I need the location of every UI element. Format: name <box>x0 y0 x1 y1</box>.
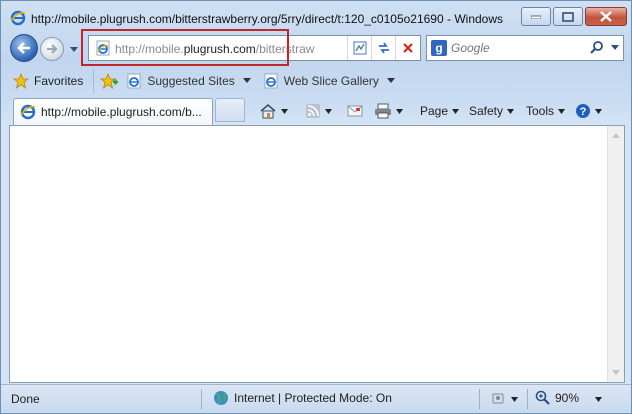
chevron-down-icon[interactable] <box>396 108 403 114</box>
back-arrow-icon <box>17 42 30 54</box>
browser-window: http://mobile.plugrush.com/bitterstrawbe… <box>0 0 632 414</box>
forward-arrow-icon <box>47 44 58 54</box>
maximize-button[interactable] <box>553 7 583 26</box>
window-title: http://mobile.plugrush.com/bitterstrawbe… <box>31 12 504 26</box>
zoom-button[interactable]: 90% <box>535 390 579 406</box>
tab-current-page[interactable]: http://mobile.plugrush.com/b... <box>13 98 213 125</box>
safety-menu-button[interactable]: Safety <box>469 101 515 121</box>
suggested-sites-icon <box>127 73 141 89</box>
security-zone[interactable]: Internet | Protected Mode: On <box>213 390 392 406</box>
web-slice-gallery-label: Web Slice Gallery <box>283 74 379 88</box>
mail-icon <box>347 105 363 117</box>
zoom-level: 90% <box>555 391 580 405</box>
page-menu-label: Page <box>420 104 449 118</box>
security-report-icon <box>492 393 504 404</box>
google-provider-icon[interactable]: g <box>431 40 447 56</box>
home-button[interactable] <box>259 101 288 121</box>
globe-icon <box>214 391 228 405</box>
status-divider <box>527 389 528 409</box>
web-slice-gallery-icon <box>264 73 278 89</box>
search-input[interactable] <box>451 38 571 58</box>
safety-menu-label: Safety <box>469 104 504 118</box>
close-icon <box>600 11 612 22</box>
scroll-up-arrow-icon[interactable] <box>612 132 620 138</box>
print-button[interactable] <box>374 101 403 121</box>
compatibility-view-icon <box>353 41 366 55</box>
favorites-bar: Favorites Suggested Sites Web Slice Gall… <box>1 67 631 95</box>
page-content-area[interactable] <box>9 125 625 383</box>
recent-pages-dropdown-icon[interactable] <box>69 44 79 54</box>
vertical-scrollbar[interactable] <box>607 126 624 382</box>
maximize-icon <box>562 11 574 22</box>
chevron-down-icon <box>511 396 518 402</box>
ie-logo-icon <box>10 10 26 26</box>
back-button[interactable] <box>10 34 38 62</box>
favorites-label: Favorites <box>34 74 84 88</box>
svg-text:?: ? <box>580 106 587 118</box>
status-text: Done <box>11 392 40 406</box>
chevron-down-icon[interactable] <box>281 108 288 114</box>
chevron-down-icon <box>386 78 395 83</box>
new-tab-button[interactable] <box>215 98 245 122</box>
compatibility-view-button[interactable] <box>347 36 371 60</box>
status-divider <box>201 389 202 409</box>
search-options-dropdown-icon[interactable] <box>611 45 619 51</box>
security-status-button[interactable] <box>488 391 518 407</box>
add-favorite-icon <box>100 73 119 89</box>
chevron-down-icon <box>452 108 460 114</box>
search-icon[interactable] <box>589 40 605 56</box>
tab-ie-icon <box>20 104 36 120</box>
chevron-down-icon <box>558 108 566 114</box>
title-bar: http://mobile.plugrush.com/bitterstrawbe… <box>1 1 631 31</box>
refresh-icon <box>378 42 389 54</box>
read-mail-button[interactable] <box>347 101 363 121</box>
print-icon <box>375 103 391 119</box>
chevron-down-icon[interactable] <box>595 397 602 402</box>
tab-label: http://mobile.plugrush.com/b... <box>41 105 202 119</box>
chevron-down-icon <box>507 108 515 114</box>
status-divider <box>479 389 480 409</box>
rss-feed-icon <box>306 104 320 118</box>
search-box[interactable]: g <box>426 35 624 61</box>
tools-menu-button[interactable]: Tools <box>526 101 566 121</box>
web-slice-gallery-link[interactable]: Web Slice Gallery <box>263 73 395 89</box>
chevron-down-icon[interactable] <box>325 108 332 114</box>
help-menu-button[interactable]: ? <box>575 101 602 121</box>
suggested-sites-label: Suggested Sites <box>147 74 235 88</box>
tools-menu-label: Tools <box>526 104 555 118</box>
help-icon: ? <box>576 104 590 118</box>
close-window-button[interactable] <box>585 7 627 26</box>
home-icon <box>260 103 276 119</box>
page-menu-button[interactable]: Page <box>420 101 460 121</box>
zoom-magnifier-icon <box>535 390 550 405</box>
minimize-icon <box>531 15 541 19</box>
zone-label: Internet | Protected Mode: On <box>234 391 392 405</box>
favorites-star-icon <box>13 73 29 89</box>
favorites-button[interactable]: Favorites <box>13 69 95 93</box>
chevron-down-icon <box>595 108 602 114</box>
add-to-favorites-bar-button[interactable] <box>100 73 119 89</box>
status-bar: Done Internet | Protected Mode: On 90% <box>1 384 631 413</box>
minimize-button[interactable] <box>521 7 551 26</box>
tab-and-command-bar: http://mobile.plugrush.com/b... Page Saf… <box>1 95 631 125</box>
forward-button[interactable] <box>40 37 64 61</box>
scroll-down-arrow-icon[interactable] <box>612 370 620 376</box>
address-highlight-box <box>81 29 289 66</box>
feeds-button[interactable] <box>305 101 332 121</box>
stop-icon <box>402 43 413 53</box>
stop-button[interactable] <box>395 36 419 60</box>
caption-buttons <box>521 7 627 26</box>
refresh-button[interactable] <box>371 36 395 60</box>
chevron-down-icon <box>242 78 251 83</box>
suggested-sites-link[interactable]: Suggested Sites <box>126 73 251 89</box>
